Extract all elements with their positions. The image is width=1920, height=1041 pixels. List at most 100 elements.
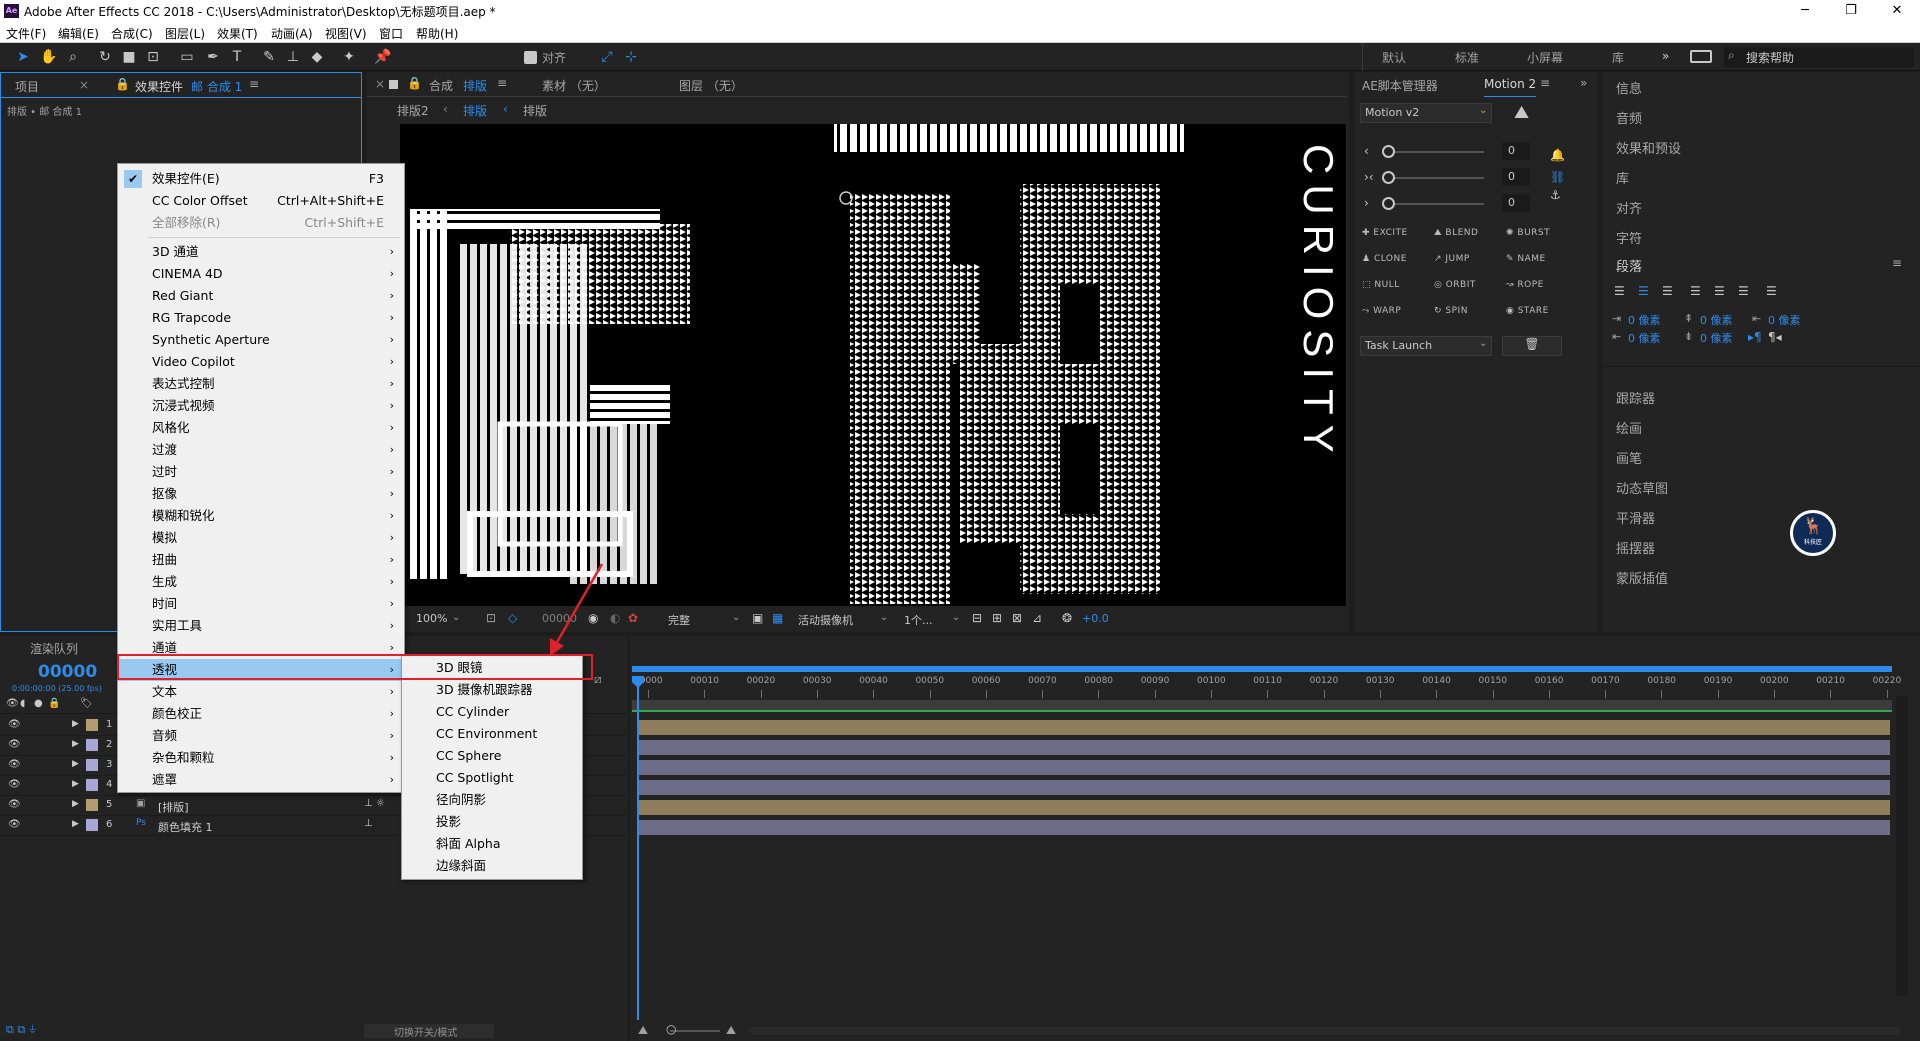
panel-smoother[interactable]: 平滑器: [1616, 508, 1655, 527]
work-area-bar[interactable]: [632, 666, 1892, 672]
tab-render-queue[interactable]: 渲染队列: [30, 640, 78, 657]
selection-tool-icon[interactable]: ➤: [12, 47, 34, 67]
layer-bar-1[interactable]: [638, 720, 1890, 735]
tab-motion2[interactable]: Motion 2: [1484, 77, 1536, 91]
menu-category-9[interactable]: 过渡 ›: [118, 439, 404, 461]
submenu-item-5[interactable]: CC Spotlight: [402, 767, 582, 789]
panel-menu-icon[interactable]: ≡: [249, 77, 259, 91]
submenu-item-9[interactable]: 边缘斜面: [402, 855, 582, 877]
label-color[interactable]: [86, 779, 98, 791]
transparency-grid-icon[interactable]: ▦: [772, 611, 783, 625]
name-button[interactable]: ✎ NAME: [1506, 254, 1546, 264]
menu-category-13[interactable]: 模拟 ›: [118, 527, 404, 549]
panel-mask-interpolation[interactable]: 蒙版插值: [1616, 568, 1668, 587]
close-tab-icon[interactable]: ×: [79, 78, 89, 92]
menu-category-15[interactable]: 生成 ›: [118, 571, 404, 593]
eraser-tool-icon[interactable]: ◆: [306, 47, 328, 67]
type-tool-icon[interactable]: T: [226, 47, 248, 67]
time-navigator[interactable]: [750, 1027, 1900, 1035]
justify-all-icon[interactable]: ☰: [1766, 284, 1777, 298]
time-ruler[interactable]: 00000 00010 00020 00030 00040 00050 00060 00070…: [630, 674, 1901, 702]
roto-brush-tool-icon[interactable]: ✦: [338, 47, 360, 67]
menu-composition[interactable]: 合成(C): [111, 25, 153, 42]
excite-button[interactable]: ✚ EXCITE: [1362, 228, 1408, 238]
submenu-item-6[interactable]: 径向阴影: [402, 789, 582, 811]
ltr-direction-icon[interactable]: ▸¶: [1748, 330, 1762, 344]
nav-comp-2[interactable]: 排版: [463, 102, 487, 119]
task-launch-dropdown[interactable]: Task Launch ⌄: [1360, 336, 1492, 356]
snap-icon[interactable]: ⤢: [596, 47, 618, 67]
workspace-standard[interactable]: 标准: [1455, 49, 1479, 66]
label-color[interactable]: [86, 799, 98, 811]
timeline-icon[interactable]: ⊠: [1012, 611, 1022, 625]
burst-button[interactable]: ✺ BURST: [1506, 228, 1550, 238]
justify-center-icon[interactable]: ☰: [1714, 284, 1725, 298]
toggle-pixel-aspect-icon[interactable]: ⊟: [972, 611, 982, 625]
menu-category-20[interactable]: 文本 ›: [118, 681, 404, 703]
warp-button[interactable]: ⤳ WARP: [1362, 306, 1401, 316]
help-search-box[interactable]: ⌕ 搜索帮助: [1724, 47, 1914, 67]
zoom-out-icon[interactable]: ⛰: [638, 1023, 648, 1038]
workspace-library[interactable]: 库: [1612, 49, 1624, 66]
eye-icon[interactable]: 👁: [8, 719, 21, 730]
collapse-switch-icon[interactable]: ⊥ ☼: [364, 798, 385, 809]
puppet-pin-tool-icon[interactable]: 📌: [372, 47, 394, 67]
resolution-dropdown[interactable]: 完整: [668, 612, 690, 628]
expand-arrow-icon[interactable]: ▶: [72, 759, 79, 769]
minimize-icon[interactable]: ─: [1782, 0, 1828, 22]
region-of-interest-icon[interactable]: ▣: [752, 611, 763, 625]
tab-project[interactable]: 项目: [15, 78, 39, 95]
orbit-button[interactable]: ◎ ORBIT: [1434, 280, 1476, 290]
panel-tracker[interactable]: 跟踪器: [1616, 388, 1655, 407]
menu-category-23[interactable]: 杂色和颗粒 ›: [118, 747, 404, 769]
slider-1-handle[interactable]: [1382, 145, 1395, 158]
link-icon[interactable]: ⛓: [1550, 170, 1565, 184]
pan-behind-tool-icon[interactable]: ⊡: [142, 47, 164, 67]
close-tab-icon[interactable]: ×: [375, 77, 385, 91]
menu-help[interactable]: 帮助(H): [416, 25, 458, 42]
menu-category-5[interactable]: Video Copilot ›: [118, 351, 404, 373]
eye-icon[interactable]: 👁: [8, 779, 21, 790]
jump-button[interactable]: ↗ JUMP: [1434, 254, 1470, 264]
camera-view-dropdown[interactable]: 活动摄像机: [798, 612, 853, 628]
panel-library[interactable]: 库: [1616, 168, 1629, 187]
align-center-icon[interactable]: ☰: [1638, 284, 1649, 298]
rope-button[interactable]: ↝ ROPE: [1506, 280, 1544, 290]
submenu-item-4[interactable]: CC Sphere: [402, 745, 582, 767]
menu-item-top-0[interactable]: ✔ 效果控件(E) F3: [118, 168, 404, 190]
blend-button[interactable]: ⛰ BLEND: [1434, 228, 1478, 238]
menu-category-3[interactable]: RG Trapcode ›: [118, 307, 404, 329]
menu-category-1[interactable]: CINEMA 4D ›: [118, 263, 404, 285]
slider-2-value-field[interactable]: 0: [1502, 168, 1530, 186]
collapse-switch-icon[interactable]: ⊥: [364, 818, 373, 829]
menu-item-top-1[interactable]: CC Color Offset Ctrl+Alt+Shift+E: [118, 190, 404, 212]
panel-character[interactable]: 字符: [1616, 228, 1642, 247]
menu-category-2[interactable]: Red Giant ›: [118, 285, 404, 307]
fast-preview-icon[interactable]: ⊞: [992, 611, 1002, 625]
menu-view[interactable]: 视图(V): [325, 25, 367, 42]
menu-layer[interactable]: 图层(L): [165, 25, 205, 42]
expand-arrow-icon[interactable]: ▶: [72, 819, 79, 829]
layer-bar-2[interactable]: [638, 740, 1890, 755]
close-icon[interactable]: ✕: [1874, 0, 1920, 22]
tab-ae-script-manager[interactable]: AE脚本管理器: [1362, 77, 1438, 94]
tab-layer[interactable]: 图层 （无）: [679, 77, 743, 94]
justify-left-icon[interactable]: ☰: [1690, 284, 1701, 298]
panel-paragraph[interactable]: 段落: [1616, 256, 1642, 275]
nav-comp-1[interactable]: 排版2: [397, 102, 429, 119]
menu-animation[interactable]: 动画(A): [271, 25, 313, 42]
menu-category-7[interactable]: 沉浸式视频 ›: [118, 395, 404, 417]
menu-edit[interactable]: 编辑(E): [58, 25, 99, 42]
panel-brushes[interactable]: 画笔: [1616, 448, 1642, 467]
label-color[interactable]: [86, 739, 98, 751]
menu-category-11[interactable]: 抠像 ›: [118, 483, 404, 505]
align-checkbox[interactable]: [524, 51, 537, 64]
anchor-icon[interactable]: ⚓: [1550, 188, 1561, 202]
align-right-icon[interactable]: ☰: [1662, 284, 1673, 298]
indent-first-value[interactable]: 0 像素: [1768, 312, 1801, 328]
clone-button[interactable]: ♟ CLONE: [1362, 254, 1407, 264]
panel-wiggler[interactable]: 摇摆器: [1616, 538, 1655, 557]
indent-left-value[interactable]: 0 像素: [1628, 312, 1661, 328]
eye-icon[interactable]: 👁: [8, 819, 21, 830]
lock-icon[interactable]: 🔒: [115, 77, 130, 91]
